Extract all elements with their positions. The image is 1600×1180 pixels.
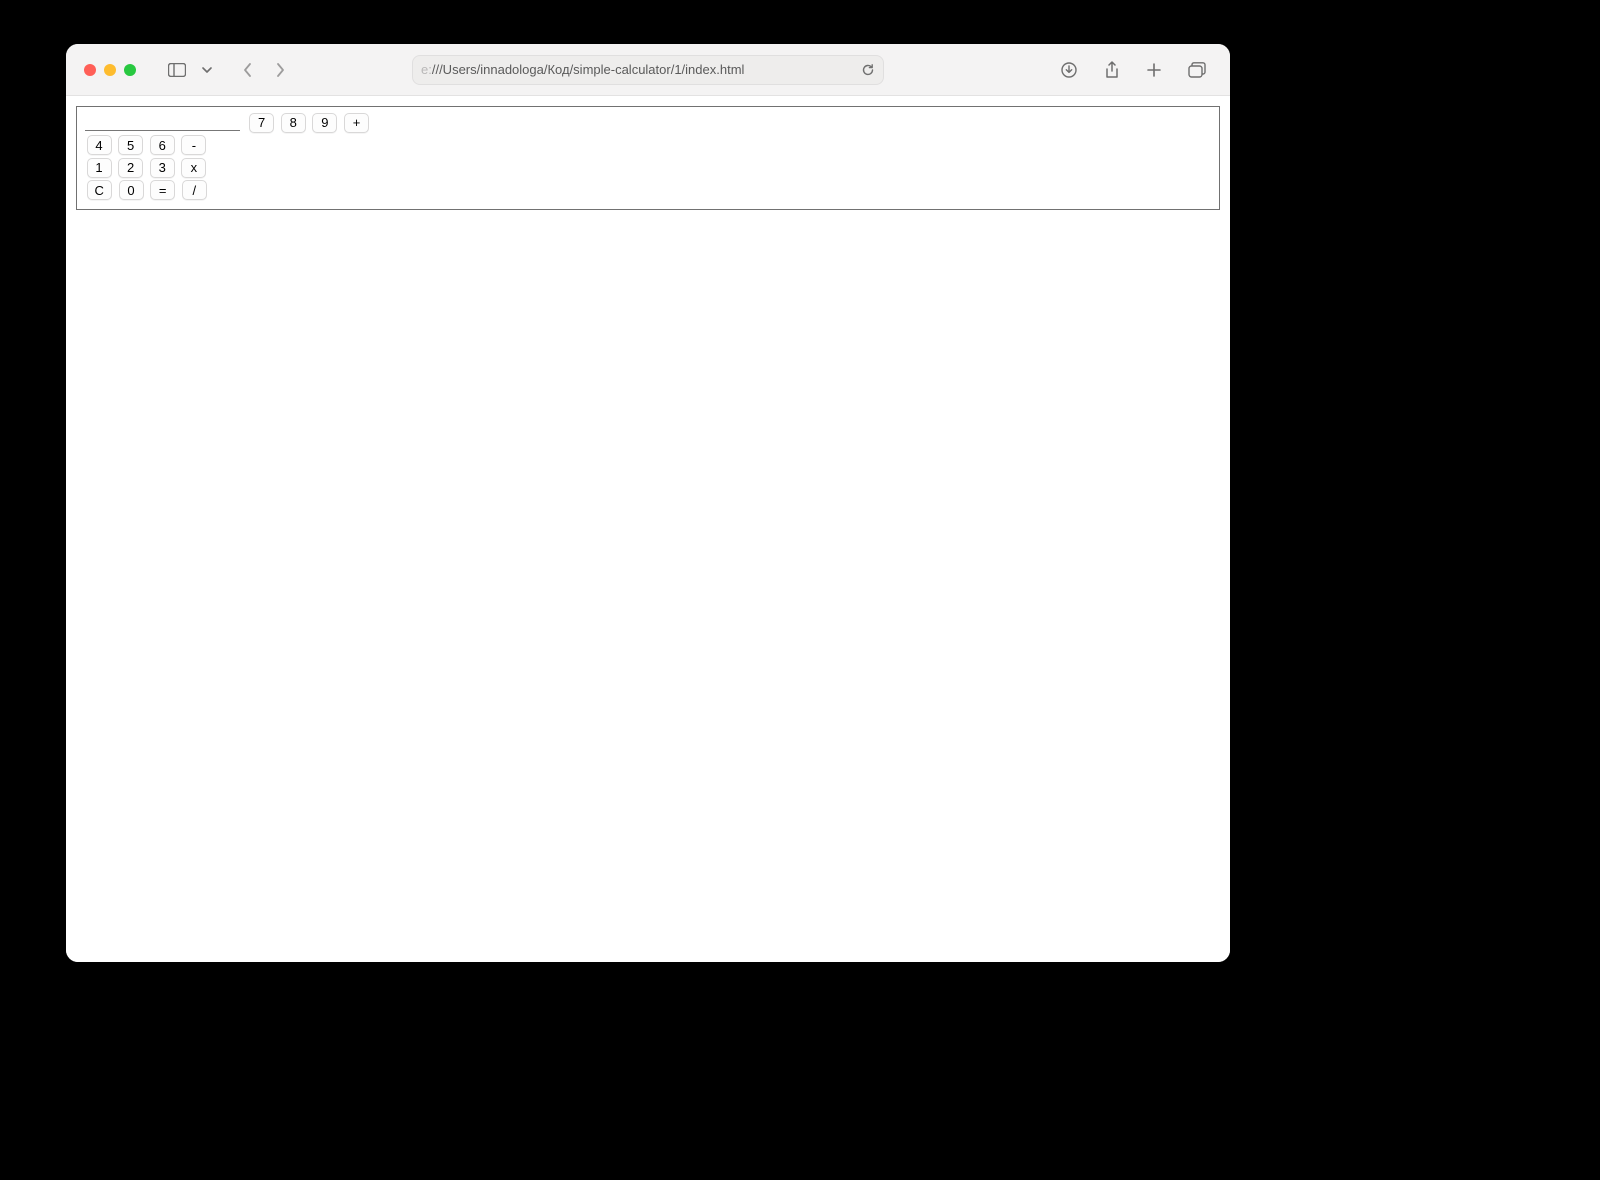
calculator: 7 8 9 + 4 5 6 - 1 2 3 x — [85, 111, 1211, 201]
calc-first-row: 7 8 9 + — [85, 111, 1211, 134]
calc-key-multiply[interactable]: x — [181, 158, 206, 178]
new-tab-button[interactable] — [1140, 58, 1168, 82]
calc-key-divide[interactable]: / — [182, 180, 207, 200]
chevron-right-icon — [274, 62, 286, 78]
tab-overview-icon — [1188, 62, 1206, 78]
calc-row-4: C 0 = / — [85, 179, 1211, 202]
calc-row-2: 4 5 6 - — [85, 134, 1211, 157]
calc-key-0[interactable]: 0 — [119, 180, 144, 200]
calc-key-7[interactable]: 7 — [249, 113, 274, 133]
sidebar-toggle-group — [162, 59, 218, 81]
titlebar: e:///Users/innadologa/Код/simple-calcula… — [66, 44, 1230, 96]
reload-icon — [861, 63, 875, 77]
chevron-left-icon — [242, 62, 254, 78]
reload-button[interactable] — [861, 63, 875, 77]
calc-key-4[interactable]: 4 — [87, 135, 112, 155]
downloads-button[interactable] — [1054, 57, 1084, 83]
tab-group-menu-button[interactable] — [196, 62, 218, 78]
calc-display[interactable] — [85, 113, 240, 131]
calc-key-8[interactable]: 8 — [281, 113, 306, 133]
zoom-window-button[interactable] — [124, 64, 136, 76]
window-controls — [84, 64, 136, 76]
share-button[interactable] — [1098, 57, 1126, 83]
url-scheme-prefix: e: — [421, 62, 432, 77]
calc-key-6[interactable]: 6 — [150, 135, 175, 155]
calc-key-equals[interactable]: = — [150, 180, 175, 200]
safari-window: e:///Users/innadologa/Код/simple-calcula… — [66, 44, 1230, 962]
address-bar[interactable]: e:///Users/innadologa/Код/simple-calcula… — [412, 55, 884, 85]
back-button[interactable] — [236, 58, 260, 82]
plus-icon — [1146, 62, 1162, 78]
calc-key-9[interactable]: 9 — [312, 113, 337, 133]
url-path: ///Users/innadologa/Код/simple-calculato… — [432, 62, 745, 77]
sidebar-toggle-button[interactable] — [162, 59, 192, 81]
calc-key-1[interactable]: 1 — [87, 158, 112, 178]
calc-key-2[interactable]: 2 — [118, 158, 143, 178]
minimize-window-button[interactable] — [104, 64, 116, 76]
share-icon — [1104, 61, 1120, 79]
calc-key-minus[interactable]: - — [181, 135, 206, 155]
toolbar-right — [1054, 57, 1212, 83]
calc-key-clear[interactable]: C — [87, 180, 112, 200]
calc-key-3[interactable]: 3 — [150, 158, 175, 178]
page-body-border: 7 8 9 + 4 5 6 - 1 2 3 x — [76, 106, 1220, 210]
calc-row-3: 1 2 3 x — [85, 156, 1211, 179]
forward-button[interactable] — [268, 58, 292, 82]
close-window-button[interactable] — [84, 64, 96, 76]
download-icon — [1060, 61, 1078, 79]
calc-key-5[interactable]: 5 — [118, 135, 143, 155]
calc-key-plus[interactable]: + — [344, 113, 369, 133]
sidebar-icon — [168, 63, 186, 77]
nav-buttons — [236, 58, 292, 82]
address-url: e:///Users/innadologa/Код/simple-calcula… — [421, 62, 744, 77]
page-viewport: 7 8 9 + 4 5 6 - 1 2 3 x — [66, 96, 1230, 962]
tab-overview-button[interactable] — [1182, 58, 1212, 82]
chevron-down-icon — [202, 66, 212, 74]
